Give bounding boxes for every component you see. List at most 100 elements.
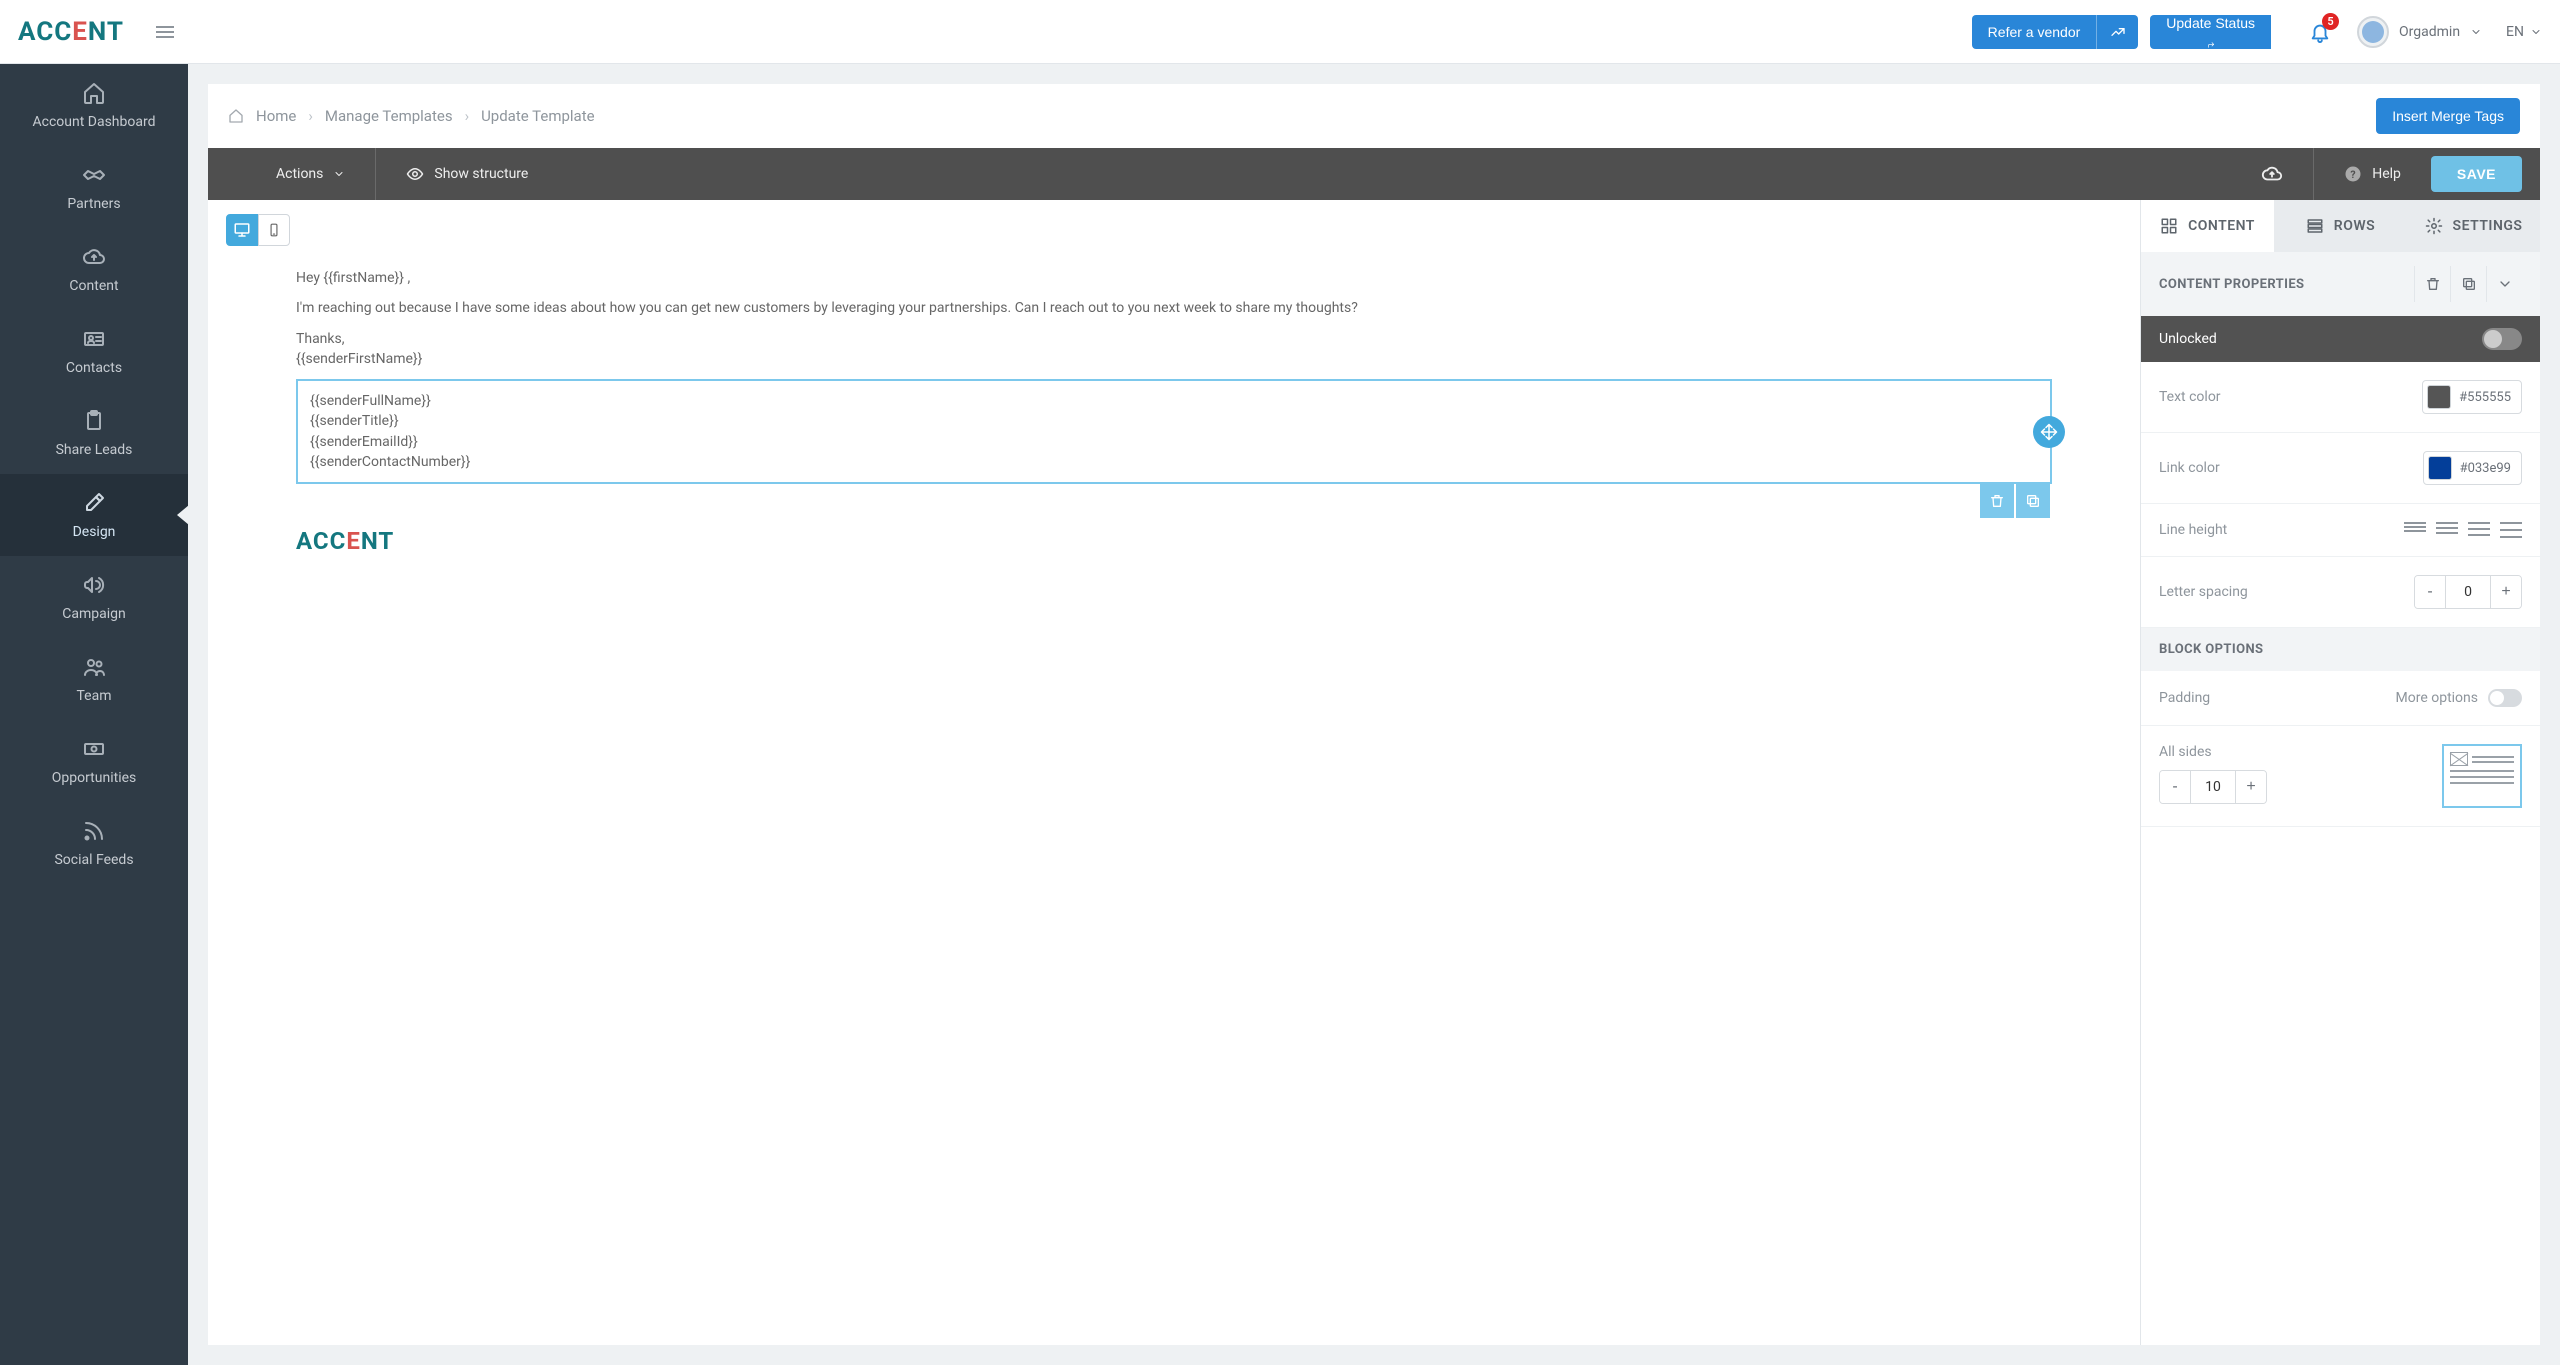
- properties-panel: CONTENT ROWS SETTINGS CONTE: [2140, 200, 2540, 1345]
- duplicate-block-button[interactable]: [2016, 484, 2050, 518]
- delete-block-button[interactable]: [1980, 484, 2014, 518]
- trash-icon: [1989, 493, 2005, 509]
- user-menu[interactable]: Orgadmin: [2357, 16, 2482, 48]
- sidebar-item-design[interactable]: Design: [0, 474, 188, 556]
- sidebar-item-partners[interactable]: Partners: [0, 146, 188, 228]
- link-color-picker[interactable]: #033e99: [2423, 451, 2522, 485]
- copy-icon: [2461, 276, 2477, 292]
- stepper-value: 0: [2445, 576, 2491, 608]
- refer-vendor-chart-button[interactable]: [2096, 15, 2138, 49]
- save-button[interactable]: SAVE: [2431, 156, 2522, 192]
- move-handle-icon[interactable]: [2033, 416, 2065, 448]
- hamburger-icon[interactable]: [156, 23, 174, 41]
- rss-icon: [81, 818, 107, 844]
- sidebar-item-contacts[interactable]: Contacts: [0, 310, 188, 392]
- color-value: #555555: [2459, 390, 2511, 405]
- desktop-view-button[interactable]: [226, 214, 258, 246]
- email-body[interactable]: Hey {{firstName}} , I'm reaching out bec…: [226, 250, 2122, 567]
- update-status-button[interactable]: Update Status: [2150, 15, 2271, 49]
- line-height-option-loose[interactable]: [2468, 522, 2490, 538]
- actions-dropdown[interactable]: Actions: [276, 166, 345, 182]
- cloud-sync-button[interactable]: [2261, 163, 2283, 185]
- mobile-view-button[interactable]: [258, 214, 290, 246]
- sidebar-item-content[interactable]: Content: [0, 228, 188, 310]
- stepper-plus[interactable]: +: [2491, 576, 2521, 608]
- notifications-button[interactable]: 5: [2309, 21, 2331, 43]
- sidebar-item-share-leads[interactable]: Share Leads: [0, 392, 188, 474]
- sidebar-item-campaign[interactable]: Campaign: [0, 556, 188, 638]
- stepper-plus[interactable]: +: [2236, 771, 2266, 803]
- actions-label: Actions: [276, 166, 323, 182]
- logo: ACCENT: [18, 17, 124, 47]
- sidebar-item-label: Campaign: [62, 606, 125, 622]
- signature-line: {{senderContactNumber}}: [310, 452, 2038, 472]
- language-selector[interactable]: EN: [2506, 24, 2542, 40]
- handshake-icon: [81, 162, 107, 188]
- chevron-down-icon: [333, 168, 345, 180]
- line-height-option-normal[interactable]: [2436, 522, 2458, 538]
- tab-label: CONTENT: [2188, 218, 2255, 234]
- cloud-upload-icon: [81, 244, 107, 270]
- insert-merge-tags-button[interactable]: Insert Merge Tags: [2376, 98, 2520, 134]
- tab-label: ROWS: [2334, 218, 2375, 234]
- prop-label: Text color: [2159, 389, 2221, 405]
- email-canvas: Hey {{firstName}} , I'm reaching out bec…: [208, 200, 2140, 1345]
- more-options-toggle[interactable]: [2488, 689, 2522, 707]
- text-color-picker[interactable]: #555555: [2422, 380, 2522, 414]
- line-height-option-tight[interactable]: [2404, 522, 2426, 538]
- delete-content-button[interactable]: [2414, 266, 2450, 302]
- line-height-option-looser[interactable]: [2500, 522, 2522, 538]
- brush-icon: [81, 490, 107, 516]
- sidebar-item-account-dashboard[interactable]: Account Dashboard: [0, 64, 188, 146]
- prop-label: Padding: [2159, 690, 2210, 706]
- block-options-header: BLOCK OPTIONS: [2141, 628, 2540, 671]
- chart-icon: [2110, 24, 2126, 40]
- section-title: BLOCK OPTIONS: [2159, 642, 2263, 657]
- header: ACCENT Refer a vendor Update Status 5 Or…: [0, 0, 2560, 64]
- mobile-icon: [267, 221, 281, 239]
- tab-rows[interactable]: ROWS: [2274, 200, 2407, 252]
- sidebar-item-label: Design: [73, 524, 116, 540]
- cloud-icon: [2261, 163, 2283, 185]
- stepper-minus[interactable]: -: [2415, 576, 2445, 608]
- avatar-icon: [2357, 16, 2389, 48]
- sidebar-item-social-feeds[interactable]: Social Feeds: [0, 802, 188, 884]
- tab-label: SETTINGS: [2453, 218, 2523, 234]
- letter-spacing-row: Letter spacing - 0 +: [2141, 557, 2540, 628]
- help-icon: ?: [2344, 165, 2362, 183]
- users-icon: [81, 654, 107, 680]
- sidebar-item-label: Social Feeds: [54, 852, 133, 868]
- language-label: EN: [2506, 24, 2524, 40]
- lock-toggle[interactable]: [2482, 328, 2522, 350]
- sidebar-item-team[interactable]: Team: [0, 638, 188, 720]
- signature-line: {{senderFullName}}: [310, 391, 2038, 411]
- refer-vendor-button[interactable]: Refer a vendor: [1972, 15, 2097, 49]
- sidebar-item-label: Team: [77, 688, 112, 704]
- collapse-content-button[interactable]: [2486, 266, 2522, 302]
- show-structure-toggle[interactable]: Show structure: [406, 165, 528, 183]
- tab-content[interactable]: CONTENT: [2141, 200, 2274, 252]
- tab-settings[interactable]: SETTINGS: [2407, 200, 2540, 252]
- selected-text-block[interactable]: {{senderFullName}} {{senderTitle}} {{sen…: [296, 379, 2052, 484]
- sidebar-item-label: Opportunities: [52, 770, 137, 786]
- sidebar-item-opportunities[interactable]: Opportunities: [0, 720, 188, 802]
- unlocked-label: Unlocked: [2159, 331, 2217, 347]
- breadcrumb-manage-templates[interactable]: Manage Templates: [325, 107, 453, 125]
- stepper-minus[interactable]: -: [2160, 771, 2190, 803]
- editor-toolbar: Actions Show structure ? Help SAVE: [208, 148, 2540, 200]
- section-title: CONTENT PROPERTIES: [2159, 277, 2304, 292]
- text-color-row: Text color #555555: [2141, 362, 2540, 433]
- device-toggle: [226, 214, 2122, 246]
- link-color-row: Link color #033e99: [2141, 433, 2540, 504]
- show-structure-label: Show structure: [434, 166, 528, 182]
- sidebar-item-label: Account Dashboard: [33, 114, 156, 130]
- signature-line: {{senderEmailId}}: [310, 432, 2038, 452]
- home-icon: [81, 80, 107, 106]
- stepper-value: 10: [2190, 771, 2236, 803]
- prop-label: Link color: [2159, 460, 2220, 476]
- breadcrumb-home[interactable]: Home: [256, 107, 296, 125]
- duplicate-content-button[interactable]: [2450, 266, 2486, 302]
- block-actions: [1980, 484, 2050, 518]
- breadcrumb-current: Update Template: [481, 107, 594, 125]
- help-button[interactable]: ? Help: [2344, 165, 2401, 183]
